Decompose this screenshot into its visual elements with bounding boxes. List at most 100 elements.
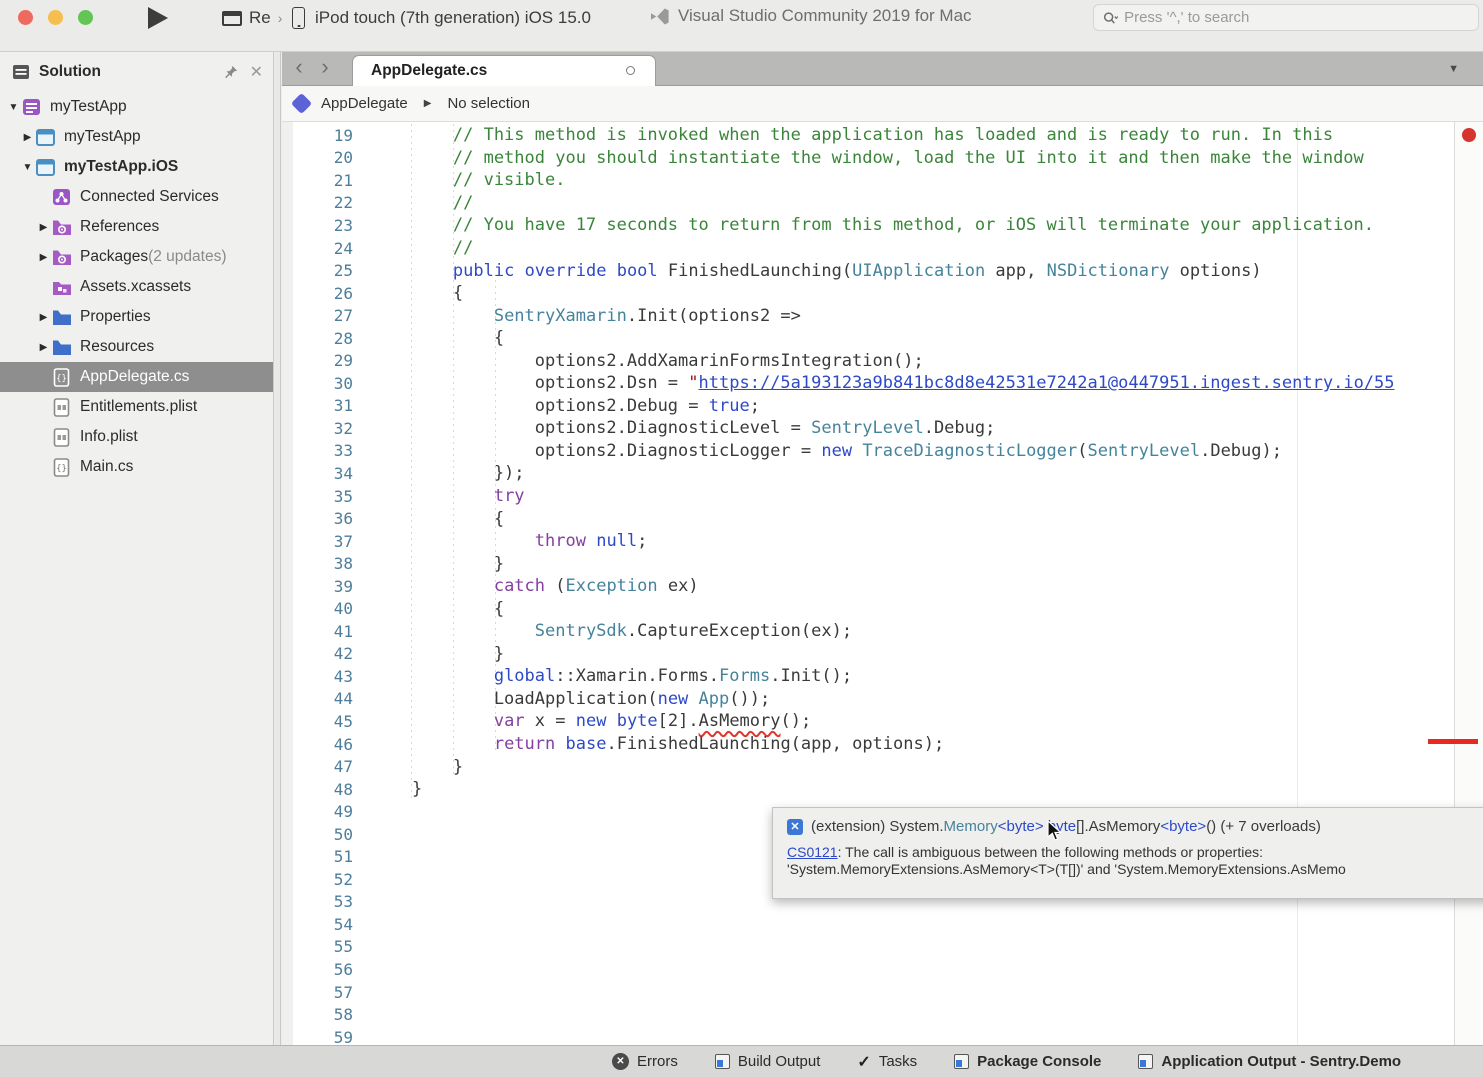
code-line-43[interactable]: 43 global::Xamarin.Forms.Forms.Init(); (282, 665, 1483, 688)
code-line-42[interactable]: 42 } (282, 643, 1483, 666)
close-pad-icon[interactable]: ✕ (250, 62, 263, 82)
close-window-button[interactable] (18, 10, 33, 25)
overview-ruler[interactable] (1454, 122, 1483, 1045)
line-number[interactable]: 56 (282, 960, 353, 979)
line-number[interactable]: 24 (282, 239, 353, 258)
run-button[interactable] (148, 7, 168, 29)
line-number[interactable]: 52 (282, 870, 353, 889)
code-editor[interactable]: 19 // This method is invoked when the ap… (282, 122, 1483, 1045)
configuration-selector[interactable]: Re › (222, 6, 282, 30)
tree-disclosure-icon[interactable]: ▼ (20, 162, 35, 173)
line-number[interactable]: 29 (282, 351, 353, 370)
line-number[interactable]: 59 (282, 1028, 353, 1045)
pin-icon[interactable] (224, 65, 238, 79)
tab-modified-indicator[interactable] (626, 66, 635, 75)
code-line-22[interactable]: 22 // (282, 192, 1483, 215)
pad-button-build-output[interactable]: Build Output (715, 1053, 821, 1070)
line-number[interactable]: 49 (282, 802, 353, 821)
tab-overflow-dropdown-icon[interactable]: ▼ (1448, 63, 1459, 75)
error-marker-line46[interactable] (1428, 739, 1478, 744)
line-number[interactable]: 32 (282, 419, 353, 438)
code-line-38[interactable]: 38 } (282, 552, 1483, 575)
line-number[interactable]: 54 (282, 915, 353, 934)
code-line-46[interactable]: 46 return base.FinishedLaunching(app, op… (282, 733, 1483, 756)
line-number[interactable]: 22 (282, 193, 353, 212)
pad-splitter[interactable] (275, 52, 281, 1045)
line-number[interactable]: 36 (282, 509, 353, 528)
line-number[interactable]: 23 (282, 216, 353, 235)
code-line-34[interactable]: 34 }); (282, 462, 1483, 485)
pad-button-application-output-sentry-demo[interactable]: Application Output - Sentry.Demo (1138, 1053, 1401, 1070)
line-number[interactable]: 38 (282, 554, 353, 573)
navigate-forward-button[interactable]: › (314, 54, 336, 80)
tree-disclosure-icon[interactable]: ▶ (36, 312, 51, 323)
sidebar-item-connected-services[interactable]: Connected Services (0, 182, 273, 212)
global-search[interactable] (1093, 4, 1479, 31)
line-number[interactable]: 21 (282, 171, 353, 190)
sidebar-item-packages[interactable]: ▶Packages (2 updates) (0, 242, 273, 272)
sidebar-item-assets-xcassets[interactable]: Assets.xcassets (0, 272, 273, 302)
code-line-25[interactable]: 25 public override bool FinishedLaunchin… (282, 259, 1483, 282)
sidebar-item-mytestapp-ios[interactable]: ▼myTestApp.iOS (0, 152, 273, 182)
line-number[interactable]: 50 (282, 825, 353, 844)
line-number[interactable]: 20 (282, 148, 353, 167)
code-line-45[interactable]: 45 var x = new byte[2].AsMemory(); (282, 710, 1483, 733)
line-number[interactable]: 35 (282, 487, 353, 506)
device-selector[interactable]: iPod touch (7th generation) iOS 15.0 (292, 5, 591, 31)
line-number[interactable]: 31 (282, 396, 353, 415)
tree-disclosure-icon[interactable]: ▶ (36, 342, 51, 353)
line-number[interactable]: 51 (282, 847, 353, 866)
line-number[interactable]: 45 (282, 712, 353, 731)
line-number[interactable]: 28 (282, 329, 353, 348)
pad-button-package-console[interactable]: Package Console (954, 1053, 1101, 1070)
sidebar-item-mytestapp[interactable]: ▼myTestApp (0, 92, 273, 122)
code-line-57[interactable]: 57 (282, 981, 1483, 1004)
line-number[interactable]: 41 (282, 622, 353, 641)
error-code-link[interactable]: CS0121 (787, 844, 838, 860)
code-line-40[interactable]: 40 { (282, 597, 1483, 620)
line-number[interactable]: 46 (282, 735, 353, 754)
code-line-56[interactable]: 56 (282, 958, 1483, 981)
code-line-30[interactable]: 30 options2.Dsn = "https://5a193123a9b84… (282, 372, 1483, 395)
breadcrumb-class[interactable]: AppDelegate (321, 95, 408, 112)
code-line-19[interactable]: 19 // This method is invoked when the ap… (282, 124, 1483, 147)
pad-button-errors[interactable]: ✕Errors (612, 1053, 678, 1070)
line-number[interactable]: 55 (282, 937, 353, 956)
sidebar-item-mytestapp[interactable]: ▶myTestApp (0, 122, 273, 152)
line-number[interactable]: 30 (282, 374, 353, 393)
code-line-27[interactable]: 27 SentryXamarin.Init(options2 => (282, 304, 1483, 327)
navigate-back-button[interactable]: ‹ (288, 54, 310, 80)
code-line-24[interactable]: 24 // (282, 237, 1483, 260)
code-line-26[interactable]: 26 { (282, 282, 1483, 305)
line-number[interactable]: 58 (282, 1005, 353, 1024)
tree-disclosure-icon[interactable]: ▶ (36, 252, 51, 263)
code-line-37[interactable]: 37 throw null; (282, 530, 1483, 553)
code-line-28[interactable]: 28 { (282, 327, 1483, 350)
line-number[interactable]: 43 (282, 667, 353, 686)
code-line-39[interactable]: 39 catch (Exception ex) (282, 575, 1483, 598)
code-line-58[interactable]: 58 (282, 1003, 1483, 1026)
line-number[interactable]: 48 (282, 780, 353, 799)
code-line-41[interactable]: 41 SentrySdk.CaptureException(ex); (282, 620, 1483, 643)
tree-disclosure-icon[interactable]: ▶ (36, 222, 51, 233)
tree-disclosure-icon[interactable]: ▼ (6, 102, 21, 113)
code-line-36[interactable]: 36 { (282, 507, 1483, 530)
code-line-47[interactable]: 47 } (282, 755, 1483, 778)
line-number[interactable]: 44 (282, 689, 353, 708)
minimize-window-button[interactable] (48, 10, 63, 25)
line-number[interactable]: 27 (282, 306, 353, 325)
line-number[interactable]: 37 (282, 532, 353, 551)
line-number[interactable]: 53 (282, 892, 353, 911)
code-line-29[interactable]: 29 options2.AddXamarinFormsIntegration()… (282, 349, 1483, 372)
code-line-31[interactable]: 31 options2.Debug = true; (282, 395, 1483, 418)
code-line-59[interactable]: 59 (282, 1026, 1483, 1045)
code-line-21[interactable]: 21 // visible. (282, 169, 1483, 192)
search-input[interactable] (1124, 9, 1469, 26)
code-line-23[interactable]: 23 // You have 17 seconds to return from… (282, 214, 1483, 237)
line-number[interactable]: 26 (282, 284, 353, 303)
line-number[interactable]: 57 (282, 983, 353, 1002)
tab-appdelegate[interactable]: AppDelegate.cs (352, 55, 656, 86)
line-number[interactable]: 25 (282, 261, 353, 280)
code-line-33[interactable]: 33 options2.DiagnosticLogger = new Trace… (282, 440, 1483, 463)
error-marker-top[interactable] (1462, 128, 1476, 142)
